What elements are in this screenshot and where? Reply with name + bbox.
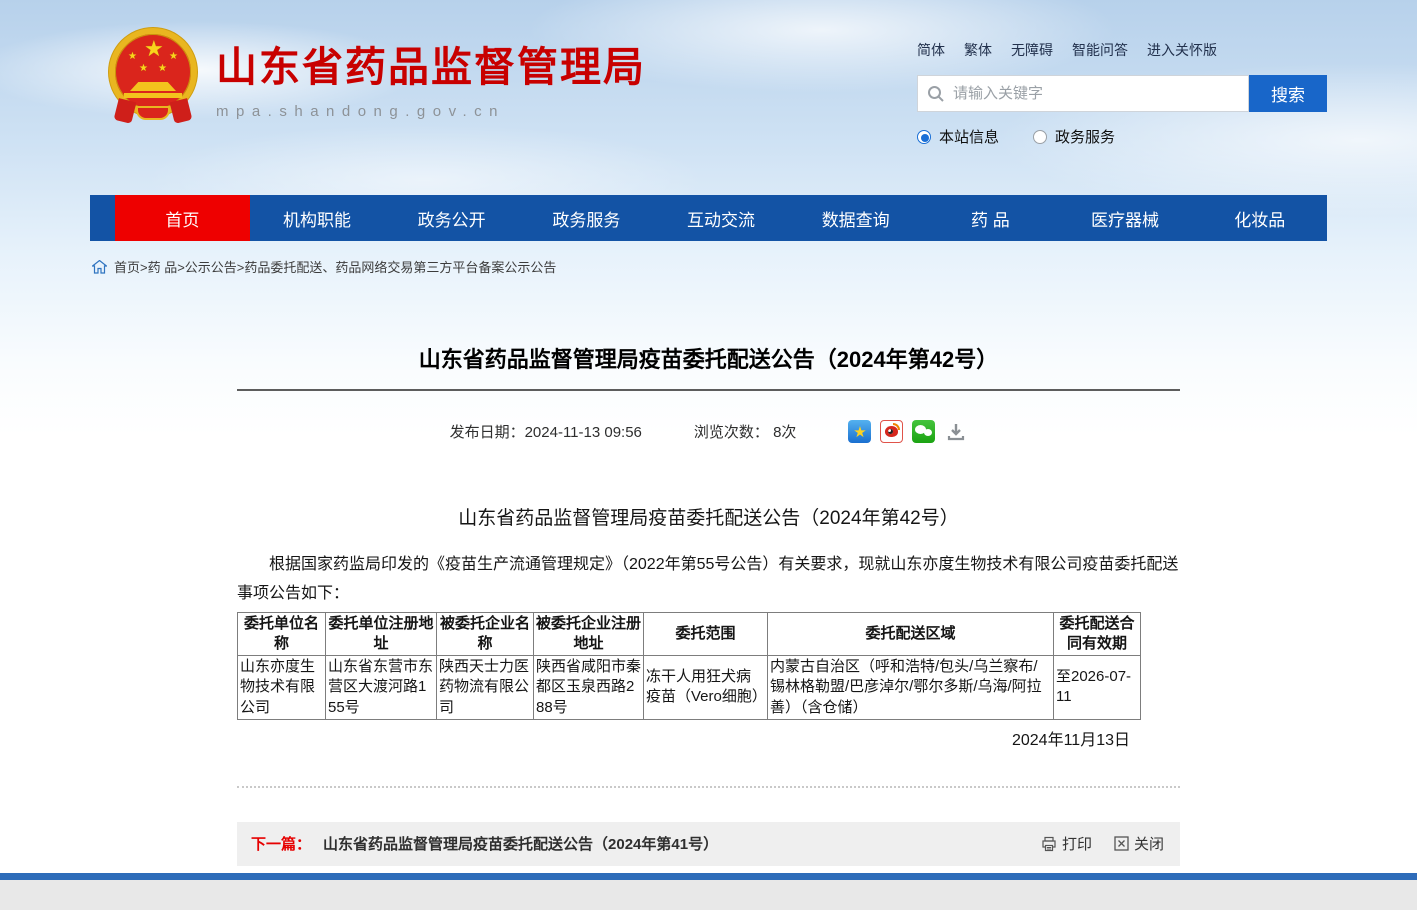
site-title: 山东省药品监督管理局: [216, 33, 646, 93]
title-divider: [237, 389, 1180, 391]
article-footer-bar: 下一篇： 山东省药品监督管理局疫苗委托配送公告（2024年第41号） 打印 关闭: [237, 822, 1180, 866]
cell-contract-validity: 至2026-07-11: [1054, 656, 1141, 720]
nav-item-medical-devices[interactable]: 医疗器械: [1058, 195, 1193, 241]
cell-entrusting-unit: 山东亦度生物技术有限公司: [238, 656, 326, 720]
col-entrusting-unit: 委托单位名称: [238, 612, 326, 656]
site-header: ★ ★ ★ ★ ★ 山东省药品监督管理局 mpa.shandong.gov.cn…: [0, 0, 1417, 195]
col-region: 委托配送区域: [768, 612, 1054, 656]
site-logo[interactable]: ★ ★ ★ ★ ★ 山东省药品监督管理局 mpa.shandong.gov.cn: [106, 26, 646, 126]
view-count: 浏览次数： 8次: [694, 421, 797, 442]
nav-item-gov-disclosure[interactable]: 政务公开: [384, 195, 519, 241]
search-icon: [927, 85, 945, 103]
next-article-label: 下一篇：: [251, 833, 311, 854]
body-paragraph: 根据国家药监局印发的《疫苗生产流通管理规定》（2022年第55号公告）有关要求，…: [237, 551, 1180, 609]
publish-date: 发布日期：2024-11-13 09:56: [450, 421, 642, 442]
body-title: 山东省药品监督管理局疫苗委托配送公告（2024年第42号）: [237, 503, 1180, 530]
search-input[interactable]: [953, 85, 1239, 102]
col-scope: 委托范围: [644, 612, 768, 656]
search-bar: 搜索: [917, 75, 1327, 112]
download-icon[interactable]: [944, 420, 967, 443]
cell-entrusted-company: 陕西天士力医药物流有限公司: [437, 656, 534, 720]
nav-item-functions[interactable]: 机构职能: [250, 195, 385, 241]
radio-unselected-icon: [1033, 130, 1047, 144]
footer-blue-strip: [0, 873, 1417, 880]
site-url: mpa.shandong.gov.cn: [216, 103, 646, 120]
article-meta: 发布日期：2024-11-13 09:56 浏览次数： 8次 ★: [237, 420, 1180, 443]
document-date: 2024年11月13日: [237, 726, 1140, 750]
nav-item-drugs[interactable]: 药 品: [923, 195, 1058, 241]
radio-gov-services[interactable]: 政务服务: [1033, 126, 1115, 147]
vaccine-distribution-table: 委托单位名称 委托单位注册地址 被委托企业名称 被委托企业注册地址 委托范围 委…: [237, 612, 1141, 720]
breadcrumb: 首页>药 品>公示公告>药品委托配送、药品网络交易第三方平台备案公示公告: [92, 257, 556, 276]
close-icon: [1114, 836, 1129, 851]
footer-area: [0, 880, 1417, 910]
top-utility-links: 简体 繁体 无障碍 智能问答 进入关怀版: [917, 40, 1327, 60]
page-title: 山东省药品监督管理局疫苗委托配送公告（2024年第42号）: [237, 293, 1180, 374]
qzone-share-icon[interactable]: ★: [848, 420, 871, 443]
breadcrumb-path[interactable]: 首页>药 品>公示公告>药品委托配送、药品网络交易第三方平台备案公示公告: [114, 257, 556, 276]
next-article-link[interactable]: 山东省药品监督管理局疫苗委托配送公告（2024年第41号）: [323, 833, 718, 854]
cell-scope: 冻干人用狂犬病疫苗（Vero细胞）: [644, 656, 768, 720]
search-button[interactable]: 搜索: [1249, 75, 1327, 112]
col-entrusted-company: 被委托企业名称: [437, 612, 534, 656]
cell-region: 内蒙古自治区（呼和浩特/包头/乌兰察布/锡林格勒盟/巴彦淖尔/鄂尔多斯/乌海/阿…: [768, 656, 1054, 720]
link-care-version[interactable]: 进入关怀版: [1147, 40, 1217, 60]
link-smart-qa[interactable]: 智能问答: [1072, 40, 1128, 60]
close-button[interactable]: 关闭: [1114, 833, 1164, 854]
cell-entrusting-address: 山东省东营市东营区大渡河路155号: [326, 656, 437, 720]
content-divider: [237, 786, 1180, 788]
radio-selected-icon: [917, 130, 931, 144]
table-row: 山东亦度生物技术有限公司 山东省东营市东营区大渡河路155号 陕西天士力医药物流…: [238, 656, 1141, 720]
nav-item-cosmetics[interactable]: 化妆品: [1192, 195, 1327, 241]
nav-item-data-query[interactable]: 数据查询: [788, 195, 923, 241]
table-header-row: 委托单位名称 委托单位注册地址 被委托企业名称 被委托企业注册地址 委托范围 委…: [238, 612, 1141, 656]
wechat-share-icon[interactable]: [912, 420, 935, 443]
col-entrusting-address: 委托单位注册地址: [326, 612, 437, 656]
header-utilities: 简体 繁体 无障碍 智能问答 进入关怀版 搜索 本站信息: [917, 40, 1327, 147]
nav-item-gov-services[interactable]: 政务服务: [519, 195, 654, 241]
col-contract-validity: 委托配送合同有效期: [1054, 612, 1141, 656]
page: ★ ★ ★ ★ ★ 山东省药品监督管理局 mpa.shandong.gov.cn…: [0, 0, 1417, 910]
nav-item-home[interactable]: 首页: [115, 195, 250, 241]
search-scope-radios: 本站信息 政务服务: [917, 126, 1327, 147]
nav-item-interaction[interactable]: 互动交流: [654, 195, 789, 241]
radio-site-info[interactable]: 本站信息: [917, 126, 999, 147]
main-navigation: 首页 机构职能 政务公开 政务服务 互动交流 数据查询 药 品 医疗器械 化妆品: [90, 195, 1327, 241]
national-emblem-icon: ★ ★ ★ ★ ★: [106, 26, 200, 126]
home-icon: [92, 260, 107, 274]
print-button[interactable]: 打印: [1041, 833, 1092, 854]
link-traditional[interactable]: 繁体: [964, 40, 992, 60]
article-content: 山东省药品监督管理局疫苗委托配送公告（2024年第42号） 发布日期：2024-…: [237, 293, 1180, 866]
cell-entrusted-address: 陕西省咸阳市秦都区玉泉西路288号: [534, 656, 644, 720]
weibo-share-icon[interactable]: [880, 420, 903, 443]
share-icons: ★: [848, 420, 967, 443]
link-simplified[interactable]: 简体: [917, 40, 945, 60]
col-entrusted-address: 被委托企业注册地址: [534, 612, 644, 656]
link-accessibility[interactable]: 无障碍: [1011, 40, 1053, 60]
printer-icon: [1041, 836, 1057, 852]
